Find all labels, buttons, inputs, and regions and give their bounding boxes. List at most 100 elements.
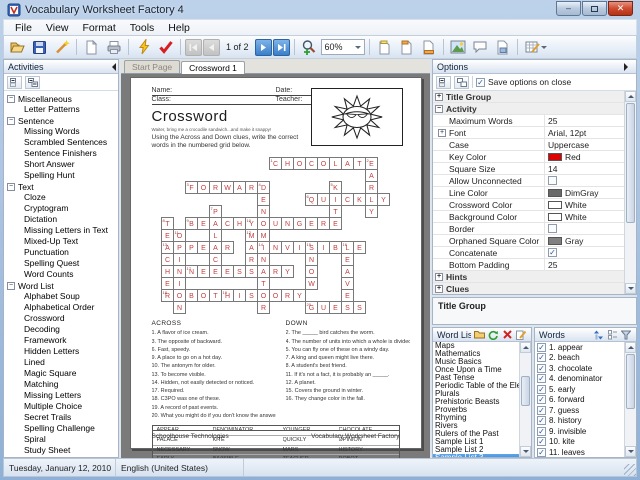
- word-checkbox[interactable]: ✓: [537, 437, 546, 447]
- delete-list-button[interactable]: [501, 329, 513, 340]
- tree-group-word-list[interactable]: − Word List: [7, 280, 118, 291]
- nav-first-button[interactable]: [185, 38, 202, 56]
- tree-collapse-icon[interactable]: −: [7, 281, 15, 290]
- word-list-item-rivers[interactable]: Rivers: [433, 422, 519, 430]
- options-scrollbar[interactable]: [624, 91, 636, 294]
- property-value[interactable]: ✓: [545, 247, 624, 258]
- tree-item-alphabet-soup[interactable]: Alphabet Soup: [7, 291, 118, 302]
- word-checkbox[interactable]: ✓: [537, 353, 546, 363]
- tree-item-matching[interactable]: Matching: [7, 379, 118, 390]
- picture-button[interactable]: [448, 37, 469, 57]
- property-value[interactable]: [545, 223, 624, 234]
- import-page-button[interactable]: [396, 37, 417, 57]
- table-edit-button[interactable]: [522, 37, 550, 57]
- tree-collapse-icon[interactable]: −: [7, 182, 15, 191]
- tree-item-missing-letters-in-text[interactable]: Missing Letters in Text: [7, 225, 118, 236]
- tree-item-cryptogram[interactable]: Cryptogram: [7, 203, 118, 214]
- tree-item-word-counts[interactable]: Word Counts: [7, 269, 118, 280]
- property-value[interactable]: White: [545, 199, 624, 210]
- property-value[interactable]: Uppercase: [545, 139, 624, 150]
- tree-item-spelling-challenge[interactable]: Spelling Challenge: [7, 423, 118, 434]
- property-value[interactable]: 25: [545, 259, 624, 270]
- category-expand-icon[interactable]: +: [435, 284, 443, 293]
- status-language[interactable]: English (United States): [116, 459, 244, 476]
- word-list-item-sample-list-3[interactable]: Sample List 3: [433, 454, 519, 457]
- property-category-title-group[interactable]: + Title Group: [433, 91, 624, 103]
- scroll-down-arrow[interactable]: [520, 446, 531, 457]
- tree-item-scrambled-sentences[interactable]: Scrambled Sentences: [7, 137, 118, 148]
- activities-header[interactable]: Activities: [4, 60, 118, 74]
- property-checkbox[interactable]: [548, 224, 557, 233]
- word-list-item-rhyming[interactable]: Rhyming: [433, 414, 519, 422]
- tree-item-sentence-finishers[interactable]: Sentence Finishers: [7, 148, 118, 159]
- scroll-down-arrow[interactable]: [625, 283, 636, 294]
- page-image-button[interactable]: [492, 37, 513, 57]
- tree-collapse-icon[interactable]: −: [7, 94, 15, 103]
- tab-start-page[interactable]: Start Page: [124, 60, 181, 73]
- word-item-history[interactable]: ✓ 8. history: [535, 416, 624, 427]
- wizard-button[interactable]: [51, 37, 72, 57]
- scroll-thumb[interactable]: [626, 103, 635, 223]
- tree-item-punctuation[interactable]: Punctuation: [7, 247, 118, 258]
- zoom-button[interactable]: [299, 37, 320, 57]
- save-options-checkbox[interactable]: ✓: [476, 77, 485, 87]
- nav-last-button[interactable]: [272, 38, 290, 56]
- tree-item-multiple-choice[interactable]: Multiple Choice: [7, 401, 118, 412]
- property-value[interactable]: 14: [545, 163, 624, 174]
- property-value[interactable]: Red: [545, 151, 624, 162]
- word-checkbox[interactable]: ✓: [537, 374, 546, 384]
- tree-item-alphabetical-order[interactable]: Alphabetical Order: [7, 302, 118, 313]
- number-words-button[interactable]: [606, 329, 618, 340]
- minimize-button[interactable]: –: [556, 1, 581, 16]
- tree-item-mixed-up-text[interactable]: Mixed-Up Text: [7, 236, 118, 247]
- word-item-invisible[interactable]: ✓ 9. invisible: [535, 426, 624, 437]
- tree-group-miscellaneous[interactable]: − Miscellaneous: [7, 93, 118, 104]
- expand-all-button[interactable]: [25, 75, 40, 89]
- maximize-button[interactable]: [582, 1, 607, 16]
- word-item-early[interactable]: ✓ 5. early: [535, 384, 624, 395]
- tree-item-framework[interactable]: Framework: [7, 335, 118, 346]
- title-bar[interactable]: Vocabulary Worksheet Factory 4 – ✕: [3, 0, 637, 19]
- word-list-item-once-upon-a-time[interactable]: Once Upon a Time: [433, 366, 519, 374]
- menu-view[interactable]: View: [39, 21, 76, 35]
- word-item-guess[interactable]: ✓ 7. guess: [535, 405, 624, 416]
- word-checkbox[interactable]: ✓: [537, 447, 546, 457]
- tree-item-cloze[interactable]: Cloze: [7, 192, 118, 203]
- print-button[interactable]: [103, 37, 124, 57]
- word-list-item-music-basics[interactable]: Music Basics: [433, 358, 519, 366]
- scroll-down-arrow[interactable]: [625, 446, 636, 457]
- menu-help[interactable]: Help: [161, 21, 197, 35]
- property-checkbox[interactable]: ✓: [548, 248, 557, 257]
- word-list-item-past-tense[interactable]: Past Tense: [433, 374, 519, 382]
- open-list-button[interactable]: [473, 329, 485, 340]
- word-list-item-plurals[interactable]: Plurals: [433, 390, 519, 398]
- scroll-thumb[interactable]: [521, 376, 530, 406]
- categorize-button[interactable]: [436, 75, 451, 89]
- word-lists-scrollbar[interactable]: [519, 342, 531, 457]
- word-list-item-sample-list-1[interactable]: Sample List 1: [433, 438, 519, 446]
- property-value[interactable]: White: [545, 211, 624, 222]
- property-category-activity[interactable]: − Activity: [433, 103, 624, 115]
- word-list-item-prehistoric-beasts[interactable]: Prehistoric Beasts: [433, 398, 519, 406]
- word-item-chocolate[interactable]: ✓ 3. chocolate: [535, 363, 624, 374]
- zoom-select[interactable]: 60%: [320, 39, 365, 55]
- scroll-up-arrow[interactable]: [625, 342, 636, 353]
- check-button[interactable]: [155, 37, 176, 57]
- nav-next-button[interactable]: [254, 38, 272, 56]
- tree-item-spelling-hunt[interactable]: Spelling Hunt: [7, 170, 118, 181]
- sync-list-button[interactable]: [487, 329, 499, 340]
- tree-item-magic-square[interactable]: Magic Square: [7, 368, 118, 379]
- tree-item-word-jumbles[interactable]: Word Jumbles: [7, 456, 118, 457]
- nav-prev-button[interactable]: [203, 38, 220, 56]
- tree-item-decoding[interactable]: Decoding: [7, 324, 118, 335]
- scroll-up-arrow[interactable]: [520, 342, 531, 353]
- word-checkbox[interactable]: ✓: [537, 384, 546, 394]
- collapse-all-button[interactable]: [7, 75, 22, 89]
- word-item-denominator[interactable]: ✓ 4. denominator: [535, 374, 624, 385]
- word-item-beach[interactable]: ✓ 2. beach: [535, 353, 624, 364]
- options-header[interactable]: Options: [433, 60, 636, 74]
- tree-item-lined[interactable]: Lined: [7, 357, 118, 368]
- word-list-item-maps[interactable]: Maps: [433, 342, 519, 350]
- comment-button[interactable]: [470, 37, 491, 57]
- word-checkbox[interactable]: ✓: [537, 363, 546, 373]
